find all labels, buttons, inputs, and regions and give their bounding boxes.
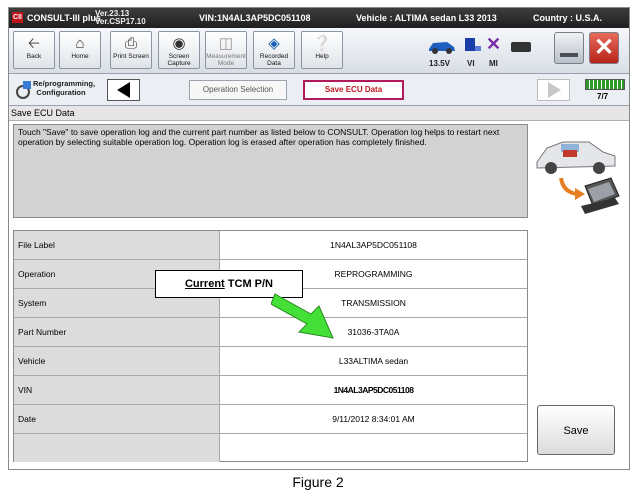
back-button[interactable]: 🡠 Back [13, 31, 55, 69]
reprogramming-icon [13, 80, 33, 105]
title-bar: CII CONSULT-III plus Ver.23.13 Ver.CSP17… [9, 8, 629, 28]
callout-text: TCM P/N [224, 278, 273, 290]
save-button[interactable]: Save [537, 405, 615, 455]
vi-icon [462, 36, 482, 59]
version-line-2: Ver.CSP17.10 [95, 17, 146, 26]
row-value: L33ALTIMA sedan [338, 356, 409, 366]
version-info: Ver.23.13 Ver.CSP17.10 [95, 10, 146, 26]
print-screen-label: Print Screen [113, 53, 149, 60]
table-row: File Label 1N4AL3AP5DC051108 [14, 231, 527, 260]
back-button-label: Back [26, 53, 42, 60]
row-label: File Label [14, 231, 220, 259]
country-label: Country : U.S.A. [533, 13, 602, 23]
row-value: 31036-3TA0A [347, 327, 400, 337]
row-label: Date [14, 405, 220, 433]
page-counter: 7/7 [597, 92, 609, 101]
vehicle-label: Vehicle : ALTIMA sedan L33 2013 [356, 13, 497, 23]
row-value: 1N4AL3AP5DC051108 [330, 240, 417, 250]
recorded-data-button[interactable]: ◈ Recorded Data [253, 31, 295, 69]
toolbar: 🡠 Back ⌂ Home ⎙ Print Screen ◉ Screen Ca… [9, 28, 629, 74]
minimize-icon [560, 53, 578, 57]
breadcrumb-operation-selection[interactable]: Operation Selection [189, 80, 287, 100]
row-value: 1N4AL3AP5DC051108 [333, 385, 414, 395]
home-button[interactable]: ⌂ Home [59, 31, 101, 69]
table-row: VIN 1N4AL3AP5DC051108 [14, 376, 527, 405]
home-button-label: Home [71, 53, 89, 60]
recorded-data-label: Recorded Data [259, 53, 289, 67]
section-title: Save ECU Data [9, 106, 629, 121]
print-screen-button[interactable]: ⎙ Print Screen [110, 31, 152, 69]
screen-capture-button[interactable]: ◉ Screen Capture [158, 31, 200, 69]
nav-back-arrow-button[interactable] [107, 79, 140, 101]
mi-disconnected-icon: ✕ [486, 34, 502, 54]
vehicle-connection-icon [427, 38, 457, 59]
consult-logo-icon: CII [12, 12, 23, 23]
close-button[interactable]: ✕ [589, 32, 619, 64]
battery-voltage: 13.5V [429, 59, 450, 68]
back-arrow-icon: 🡠 [27, 35, 41, 52]
minimize-button[interactable] [554, 32, 584, 64]
screen-capture-label: Screen Capture [167, 53, 191, 67]
ecu-data-table: File Label 1N4AL3AP5DC051108 Operation REPR… [13, 230, 528, 462]
breadcrumb-save-ecu-data: Save ECU Data [303, 80, 404, 100]
vi-label: VI [467, 59, 475, 68]
app-title: CONSULT-III plus [27, 13, 101, 23]
home-icon: ⌂ [75, 35, 85, 52]
help-button-label: Help [315, 53, 329, 60]
figure-caption: Figure 2 [292, 474, 344, 490]
navigation-bar: Re/programming, Configuration Operation … [9, 74, 629, 106]
measurement-mode-button[interactable]: ◫ Measurement Mode [205, 31, 247, 69]
car-to-laptop-illustration [533, 126, 621, 223]
row-value [220, 434, 527, 462]
progress-indicator [585, 79, 625, 90]
right-arrow-icon [548, 82, 561, 98]
close-icon: ✕ [594, 34, 615, 61]
mi-label: MI [489, 59, 498, 68]
left-arrow-icon [117, 82, 130, 98]
camera-icon: ◉ [172, 35, 186, 52]
instruction-message: Touch "Save" to save operation log and t… [13, 124, 528, 218]
row-label: VIN [14, 376, 220, 404]
callout-emphasis: Current [184, 278, 225, 290]
measurement-mode-label: Measurement Mode [206, 53, 246, 67]
row-value: 9/11/2012 8:34:01 AM [332, 414, 415, 424]
table-row: Vehicle L33ALTIMA sedan [14, 347, 527, 376]
row-label: Vehicle [14, 347, 220, 375]
row-label: Part Number [14, 318, 220, 346]
consult-window: CII CONSULT-III plus Ver.23.13 Ver.CSP17… [8, 7, 630, 470]
table-row: Date 9/11/2012 8:34:01 AM [14, 405, 527, 434]
callout-arrow-icon [271, 293, 334, 339]
vin-label: VIN:1N4AL3AP5DC051108 [199, 13, 311, 23]
section-name: Re/programming, Configuration [33, 79, 96, 97]
recorded-data-icon: ◈ [268, 35, 280, 52]
mi-device-icon [511, 42, 531, 52]
help-button[interactable]: ❔ Help [301, 31, 343, 69]
help-icon: ❔ [312, 35, 332, 52]
printer-icon: ⎙ [124, 35, 137, 52]
measurement-icon: ◫ [218, 35, 234, 52]
nav-forward-arrow-button[interactable] [537, 79, 570, 101]
row-label [14, 434, 220, 462]
table-row [14, 434, 527, 462]
